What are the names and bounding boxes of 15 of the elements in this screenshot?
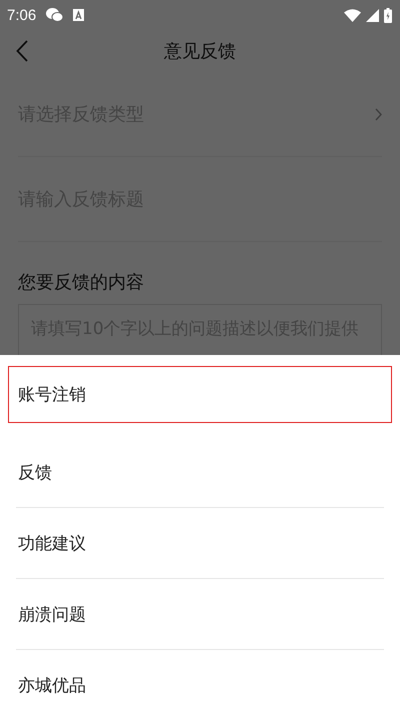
content-heading: 您要反馈的内容 (18, 271, 145, 294)
battery-icon (384, 8, 392, 22)
option-item[interactable]: 账号注销 (8, 366, 392, 423)
app-icon (73, 9, 84, 21)
wifi-icon (344, 8, 361, 22)
option-item[interactable]: 反馈 (16, 437, 384, 508)
chat-bubbles-icon (46, 8, 64, 22)
option-item[interactable]: 崩溃问题 (16, 579, 384, 650)
option-item[interactable]: 功能建议 (16, 508, 384, 579)
status-time: 7:06 (7, 6, 36, 24)
back-icon[interactable] (16, 40, 28, 62)
signal-icon (366, 8, 379, 22)
chevron-right-icon (375, 108, 382, 120)
option-item[interactable]: 亦城优品 (16, 650, 384, 711)
page-title: 意见反馈 (164, 40, 236, 63)
